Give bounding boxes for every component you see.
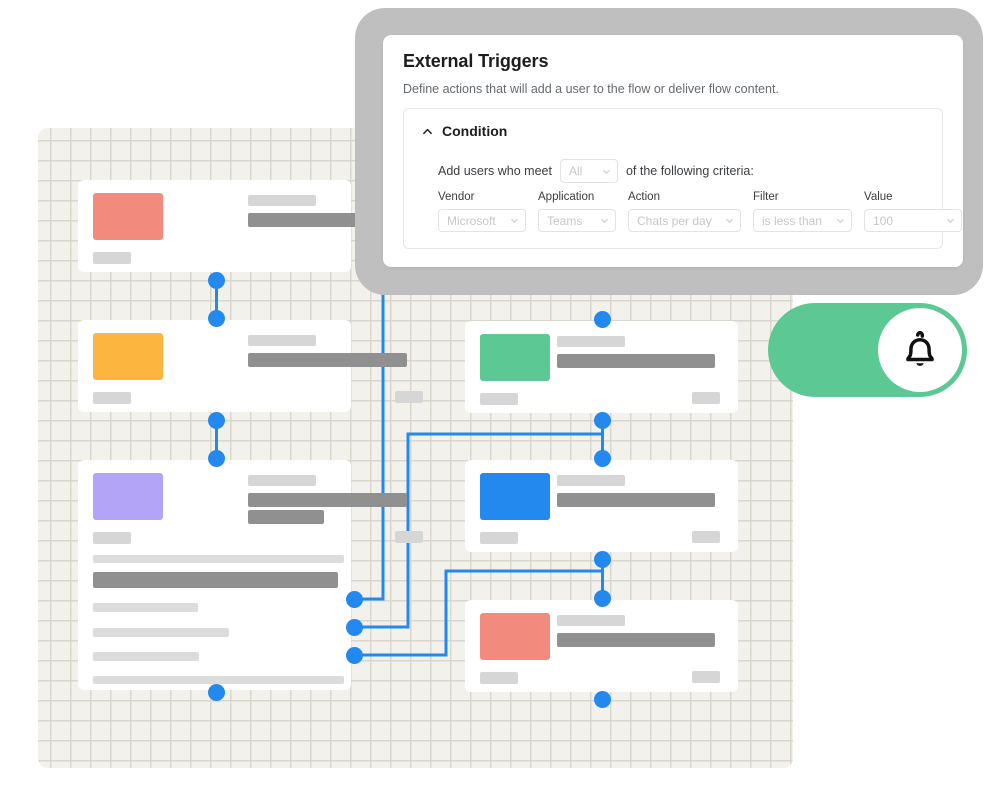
- flow-card-coral-top[interactable]: [78, 180, 423, 272]
- flow-node-card3-top[interactable]: [208, 450, 225, 467]
- card-tag-left: [480, 672, 518, 684]
- flow-node-card5-top[interactable]: [594, 450, 611, 467]
- card-title-bar: [557, 475, 625, 486]
- value-select-value: 100: [873, 213, 894, 228]
- flow-node-card4-bottom[interactable]: [594, 412, 611, 429]
- card-swatch: [93, 473, 163, 520]
- field-action-label: Action: [628, 191, 660, 203]
- card-tag-left: [93, 392, 131, 404]
- flow-node-card3-out-3[interactable]: [346, 647, 363, 664]
- card-swatch: [93, 193, 163, 240]
- vendor-select[interactable]: Microsoft: [438, 209, 526, 232]
- card-tag-right: [395, 531, 423, 543]
- chevron-up-icon[interactable]: [422, 126, 433, 137]
- page-title: External Triggers: [403, 51, 549, 71]
- card-swatch: [480, 613, 550, 660]
- card-row-1: [93, 555, 344, 563]
- card-tag-right: [692, 671, 720, 683]
- card-tag-left: [480, 393, 518, 405]
- condition-header[interactable]: Condition: [422, 123, 507, 139]
- field-action: Action Chats per day: [628, 191, 741, 232]
- value-select[interactable]: 100: [864, 209, 962, 232]
- flow-card-violet[interactable]: [78, 460, 423, 690]
- flow-node-card3-out-1[interactable]: [346, 591, 363, 608]
- criteria-suffix-label: of the following criteria:: [625, 164, 754, 178]
- bell-icon: [906, 331, 934, 366]
- card-subtitle-bar: [557, 493, 715, 507]
- field-value: Value 100: [864, 191, 962, 232]
- flow-node-card3-out-2[interactable]: [346, 619, 363, 636]
- card-row-4: [93, 628, 229, 637]
- chevron-down-icon: [947, 218, 954, 223]
- panel-subtitle: Define actions that will add a user to t…: [403, 82, 779, 96]
- card-swatch: [93, 333, 163, 380]
- condition-title: Condition: [442, 123, 508, 139]
- screenshot-root: External Triggers Define actions that wi…: [0, 0, 1000, 801]
- condition-section: Condition Add users who meet All of the …: [403, 108, 962, 249]
- field-application-label: Application: [538, 191, 595, 203]
- card-subtitle-bar: [248, 353, 407, 367]
- criteria-fields-row: Vendor Microsoft Application Teams Actio…: [438, 191, 962, 232]
- match-type-value: All: [568, 164, 583, 178]
- action-select[interactable]: Chats per day: [628, 209, 741, 232]
- card-title-bar: [248, 195, 316, 206]
- card-tag-right: [692, 392, 720, 404]
- criteria-sentence: Add users who meet All of the following …: [438, 159, 754, 183]
- card-subtitle-bar-2: [248, 510, 324, 524]
- chevron-down-icon: [603, 169, 610, 174]
- chevron-down-icon: [837, 218, 844, 223]
- notification-toggle[interactable]: [768, 303, 967, 397]
- card-swatch: [480, 473, 550, 520]
- card-row-2: [93, 572, 338, 588]
- card-subtitle-bar: [248, 493, 407, 507]
- field-vendor-label: Vendor: [438, 191, 475, 203]
- card-tag-left: [480, 532, 518, 544]
- filter-select-value: is less than: [762, 213, 823, 228]
- application-select[interactable]: Teams: [538, 209, 616, 232]
- field-vendor: Vendor Microsoft: [438, 191, 526, 232]
- flow-node-card6-bottom[interactable]: [594, 691, 611, 708]
- match-type-select[interactable]: All: [559, 159, 618, 183]
- card-title-bar: [248, 475, 316, 486]
- field-filter-label: Filter: [753, 191, 779, 203]
- flow-node-card1-bottom[interactable]: [208, 272, 225, 289]
- flow-node-card6-top[interactable]: [594, 590, 611, 607]
- chevron-down-icon: [601, 218, 608, 223]
- flow-node-card3-bottom[interactable]: [208, 684, 225, 701]
- chevron-down-icon: [726, 218, 733, 223]
- flow-node-card5-bottom[interactable]: [594, 551, 611, 568]
- card-tag-right: [395, 391, 423, 403]
- application-select-value: Teams: [547, 213, 583, 228]
- action-select-value: Chats per day: [637, 213, 712, 228]
- field-filter: Filter is less than: [753, 191, 852, 232]
- toggle-knob[interactable]: [878, 308, 962, 392]
- flow-card-coral-bottom[interactable]: [465, 600, 738, 692]
- card-title-bar: [557, 336, 625, 347]
- flow-node-card4-top[interactable]: [594, 311, 611, 328]
- chevron-down-icon: [511, 218, 518, 223]
- field-application: Application Teams: [538, 191, 616, 232]
- card-subtitle-bar: [557, 633, 715, 647]
- field-value-label: Value: [864, 191, 893, 203]
- flow-node-card2-bottom[interactable]: [208, 412, 225, 429]
- card-tag-right: [692, 531, 720, 543]
- card-row-6: [93, 676, 344, 684]
- card-swatch: [480, 334, 550, 381]
- card-tag-left: [93, 532, 131, 544]
- card-row-5: [93, 652, 199, 661]
- card-tag-left: [93, 252, 131, 264]
- card-subtitle-bar: [557, 354, 715, 368]
- flow-card-amber[interactable]: [78, 320, 423, 412]
- card-title-bar: [248, 335, 316, 346]
- filter-select[interactable]: is less than: [753, 209, 852, 232]
- external-triggers-panel: External Triggers Define actions that wi…: [383, 35, 963, 267]
- flow-card-blue[interactable]: [465, 460, 738, 552]
- flow-card-green[interactable]: [465, 321, 738, 413]
- vendor-select-value: Microsoft: [447, 213, 496, 228]
- card-title-bar: [557, 615, 625, 626]
- criteria-prefix-label: Add users who meet: [438, 164, 552, 178]
- flow-node-card2-top[interactable]: [208, 310, 225, 327]
- card-row-3: [93, 603, 198, 612]
